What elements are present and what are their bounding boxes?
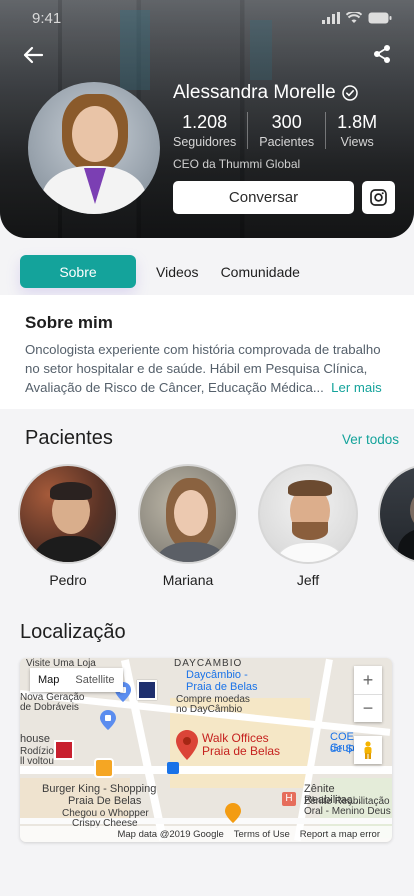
- location-pin-icon[interactable]: [176, 730, 198, 760]
- zoom-in-button[interactable]: +: [354, 666, 382, 694]
- patient-avatar: [18, 464, 118, 564]
- bus-stop-icon: [167, 762, 179, 774]
- map-label: Praia de Belas: [186, 681, 258, 693]
- profile-name: Alessandra Morelle: [173, 82, 336, 103]
- tab-sobre[interactable]: Sobre: [20, 255, 136, 288]
- map-type-map[interactable]: Map: [30, 668, 67, 692]
- profile-avatar: [28, 82, 160, 214]
- map-type-satellite[interactable]: Satellite: [67, 668, 122, 692]
- stat-followers: 1.208 Seguidores: [173, 112, 247, 149]
- signal-icon: [322, 12, 340, 24]
- patients-list: Pedro Mariana Jeff Pa: [18, 464, 414, 596]
- map-label: Praia De Belas: [68, 795, 142, 807]
- status-icons: [322, 12, 392, 24]
- about-text: Oncologista experiente com história comp…: [25, 340, 395, 397]
- profile-name-row: Alessandra Morelle: [173, 82, 358, 104]
- battery-icon: [368, 12, 392, 24]
- map-label: Oral - Menino Deus: [304, 806, 391, 817]
- zoom-control: + −: [354, 666, 382, 722]
- patient-avatar: [258, 464, 358, 564]
- map-road: [20, 766, 392, 774]
- wifi-icon: [346, 12, 362, 23]
- pegman-icon: [364, 741, 372, 759]
- pin-title: Praia de Belas: [202, 744, 281, 758]
- profile-role: CEO da Thummi Global: [173, 157, 301, 171]
- profile-tabs: Sobre Videos Comunidade: [20, 255, 300, 288]
- street-view-button[interactable]: [354, 736, 382, 764]
- restaurant-pin-icon[interactable]: [225, 803, 241, 823]
- patients-title: Pacientes: [25, 427, 113, 449]
- back-arrow-icon[interactable]: [22, 44, 44, 66]
- map-label: Burger King - Shopping: [42, 783, 157, 795]
- map-label: no DayCâmbio: [176, 704, 243, 715]
- map-label: de Dobráveis: [20, 702, 79, 713]
- zoom-out-button[interactable]: −: [354, 694, 382, 722]
- stat-value: 1.8M: [337, 112, 378, 132]
- instagram-icon: [370, 189, 387, 206]
- stat-patients: 300 Pacientes: [247, 112, 325, 149]
- about-description: Oncologista experiente com história comp…: [25, 342, 381, 395]
- profile-header: 9:41 Alessandra Morelle 1.208 Seguidores…: [0, 0, 414, 238]
- map-footer: Map data @2019 Google Terms of Use Repor…: [20, 826, 392, 842]
- patient-avatar: [378, 464, 414, 564]
- restaurant-logo-icon[interactable]: [54, 740, 74, 760]
- stat-value: 1.208: [182, 112, 228, 132]
- map-label: house: [20, 733, 50, 745]
- patient-name: Pa: [378, 572, 414, 588]
- chat-button[interactable]: Conversar: [173, 181, 354, 214]
- map-label: DAYCÂMBIO: [174, 658, 243, 669]
- map-type-control: Map Satellite: [30, 668, 123, 692]
- location-title: Localização: [20, 621, 126, 643]
- hospital-icon: H: [282, 792, 296, 806]
- about-section: Sobre mim Oncologista experiente com his…: [0, 295, 414, 409]
- instagram-button[interactable]: [362, 181, 395, 214]
- stat-views: 1.8M Views: [325, 112, 388, 149]
- map-label: ll voltou: [20, 756, 54, 767]
- stat-label: Seguidores: [173, 135, 237, 149]
- map-attribution: Map data @2019 Google: [117, 828, 224, 840]
- profile-stats: 1.208 Seguidores 300 Pacientes 1.8M View…: [173, 112, 388, 149]
- patient-item[interactable]: Jeff: [258, 464, 358, 588]
- daycambio-logo-icon[interactable]: [137, 680, 157, 700]
- shopping-pin-icon[interactable]: [100, 710, 116, 730]
- stat-label: Views: [340, 135, 374, 149]
- patient-name: Jeff: [296, 572, 320, 588]
- tab-videos[interactable]: Videos: [156, 264, 199, 280]
- patient-avatar: [138, 464, 238, 564]
- read-more-link[interactable]: Ler mais: [331, 380, 382, 395]
- tab-comunidade[interactable]: Comunidade: [221, 264, 300, 280]
- burger-king-logo-icon[interactable]: [94, 758, 114, 778]
- patient-item[interactable]: Pa: [378, 464, 414, 588]
- verified-icon: [341, 85, 358, 101]
- patient-item[interactable]: Mariana: [138, 464, 238, 588]
- location-map[interactable]: Visite Uma Loja Nova Geração de Dobrávei…: [20, 658, 392, 842]
- patient-item[interactable]: Pedro: [18, 464, 118, 588]
- status-time: 9:41: [32, 10, 62, 27]
- see-all-link[interactable]: Ver todos: [342, 432, 399, 447]
- patient-name: Mariana: [162, 572, 214, 588]
- map-terms-link[interactable]: Terms of Use: [234, 829, 290, 840]
- map-report-link[interactable]: Report a map error: [300, 829, 380, 840]
- patient-name: Pedro: [49, 572, 87, 588]
- map-label: Daycâmbio -: [186, 669, 248, 681]
- share-icon[interactable]: [372, 44, 392, 64]
- about-title: Sobre mim: [25, 313, 113, 332]
- stat-value: 300: [271, 112, 302, 132]
- stat-label: Pacientes: [259, 135, 315, 149]
